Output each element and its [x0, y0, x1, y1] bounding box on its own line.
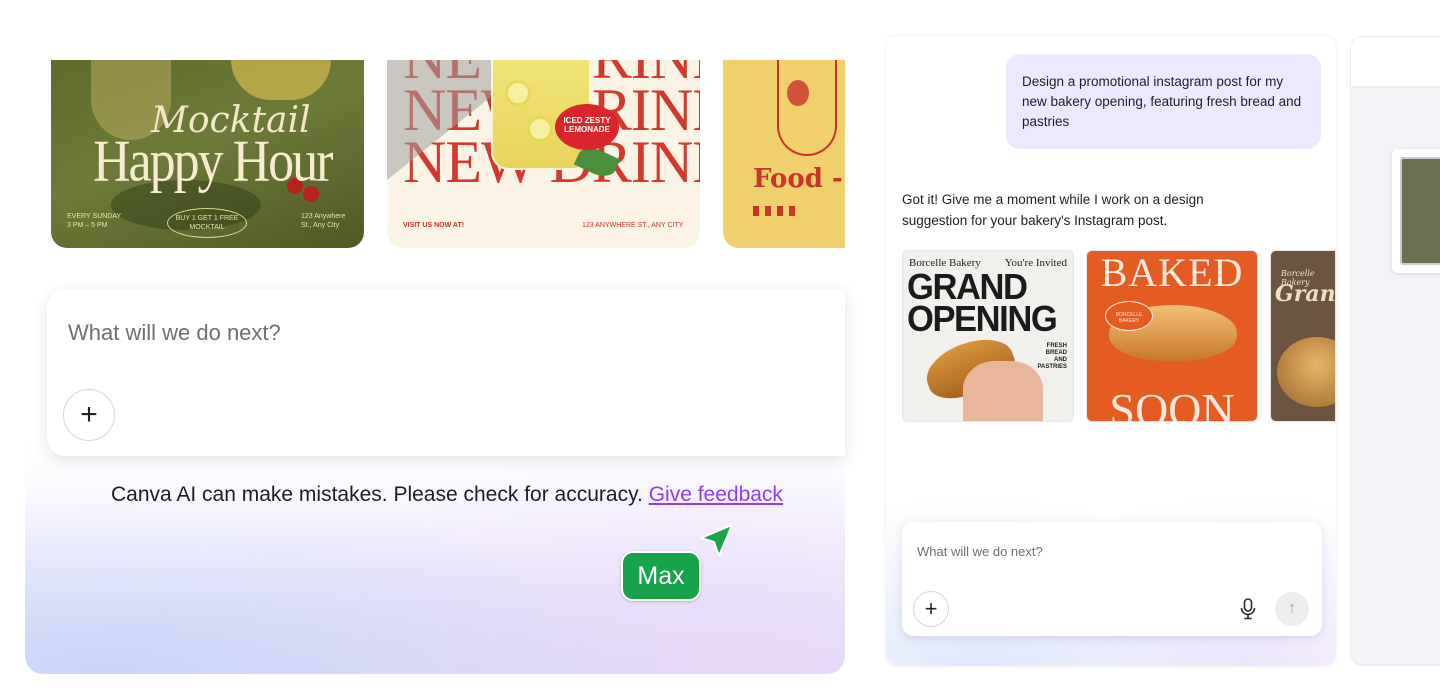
chef-illustration — [777, 60, 837, 156]
design-suggestion-3[interactable]: Borcelle Bakery Grand — [1270, 250, 1336, 422]
plus-icon: + — [924, 596, 938, 621]
prompt-box[interactable]: What will we do next? + — [47, 290, 845, 456]
suggestion-stamp: BORCELLE BAKERY — [1105, 301, 1153, 331]
template-card-new-drink[interactable]: NEW DRINK NEW DRINK NEW DRINK ICED ZESTY… — [387, 60, 700, 248]
suggestion-title: GRAND OPENING — [907, 266, 1058, 339]
template-title: Food - I — [753, 164, 845, 194]
ai-response-text: Got it! Give me a moment while I work on… — [902, 192, 1204, 228]
chat-add-button[interactable]: + — [913, 591, 949, 627]
cake-graphic — [1277, 337, 1335, 407]
suggestion-title: BAKED — [1100, 250, 1244, 295]
suggestion-side-text: FRESH BREAD AND PASTRIES — [1037, 343, 1067, 370]
user-message-bubble: Design a promotional instagram post for … — [1006, 54, 1321, 149]
collaborator-cursor-icon — [700, 524, 733, 557]
chat-input[interactable]: What will we do next? — [917, 544, 1043, 559]
design-suggestion-1[interactable]: Borcelle Bakery You're Invited GRAND OPE… — [902, 250, 1074, 422]
prompt-input[interactable]: What will we do next? — [68, 320, 281, 346]
template-card-food[interactable]: Food - I — [723, 60, 845, 248]
template-footer-mid: BUY 1 GET 1 FREE MOCKTAIL — [175, 215, 239, 231]
disclaimer-text: Canva AI can make mistakes. Please check… — [111, 483, 649, 506]
arrow-up-icon: ↑ — [1288, 600, 1296, 617]
template-title: Happy Hour — [93, 128, 334, 195]
ai-chat-panel: Design a promotional instagram post for … — [886, 36, 1336, 666]
give-feedback-link[interactable]: Give feedback — [649, 483, 783, 506]
template-badge: ICED ZESTY LEMONADE — [555, 104, 619, 150]
lemon-graphic — [505, 80, 531, 106]
canva-ai-screen: Mocktail Happy Hour EVERY SUNDAY 3 PM – … — [0, 0, 1440, 700]
suggestion-subtitle: SOON — [1109, 384, 1235, 422]
hand-graphic — [963, 361, 1043, 421]
lemon-graphic — [527, 116, 553, 142]
editor-toolbar — [1351, 37, 1440, 87]
design-preview — [1400, 157, 1440, 265]
suggestion-title: Grand — [1275, 281, 1336, 307]
template-footer-left: EVERY SUNDAY 3 PM – 5 PM — [67, 213, 122, 229]
glass-graphic — [231, 60, 331, 100]
add-button[interactable]: + — [63, 389, 115, 441]
chat-input-box[interactable]: What will we do next? + ↑ — [902, 522, 1322, 636]
template-footer-left: VISIT US NOW AT! — [403, 222, 465, 229]
offer-oval: BUY 1 GET 1 FREE MOCKTAIL — [167, 208, 247, 238]
checker-pattern — [753, 206, 795, 216]
design-suggestion-2[interactable]: BAKED BORCELLE BAKERY SOON — [1086, 250, 1258, 422]
send-button[interactable]: ↑ — [1275, 592, 1309, 626]
template-card-mocktail[interactable]: Mocktail Happy Hour EVERY SUNDAY 3 PM – … — [51, 60, 364, 248]
editor-preview-panel — [1350, 36, 1440, 666]
plus-icon: + — [80, 398, 98, 431]
microphone-icon[interactable] — [1240, 598, 1256, 620]
collaborator-name-tag: Max — [621, 551, 701, 601]
ai-disclaimer: Canva AI can make mistakes. Please check… — [111, 483, 783, 507]
template-footer-right: 123 Anywhere St., Any City — [301, 213, 346, 229]
chef-head-graphic — [787, 80, 809, 106]
canvas-design-thumbnail[interactable] — [1392, 149, 1440, 273]
template-footer-right: 123 ANYWHERE ST., ANY CITY — [582, 222, 684, 229]
